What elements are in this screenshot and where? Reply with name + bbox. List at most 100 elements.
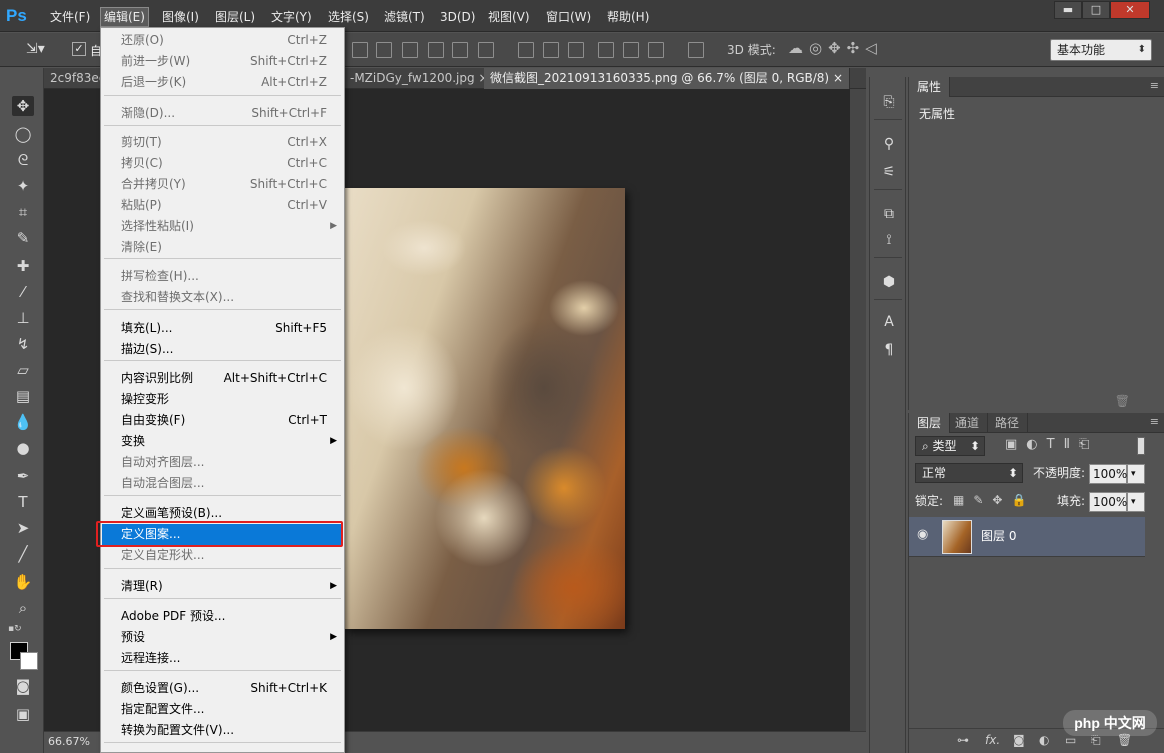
layer-filter-icons[interactable]: ▣◐TⅡ⎗ [1005, 437, 1098, 452]
type-tool-icon[interactable]: T [12, 492, 34, 512]
layer-filter-select[interactable]: ⌕ 类型 ⬍ [915, 436, 985, 456]
quick-mask-icon[interactable]: ◙ [12, 676, 34, 696]
menu-help[interactable]: 帮助(H) [604, 7, 652, 27]
3d-panel-icon[interactable]: ⬢ [878, 271, 900, 293]
default-colors-icon[interactable]: ▪↻ [8, 624, 22, 634]
edit-menu-item[interactable]: 变换 ▶ [102, 431, 343, 452]
edit-menu-item[interactable]: 指定配置文件... [102, 699, 343, 720]
align-top-icon[interactable] [352, 42, 368, 58]
tab-channels[interactable]: 通道 [947, 413, 989, 433]
edit-menu-item[interactable]: 清除(E) [102, 237, 343, 258]
edit-menu-item[interactable]: 渐隐(D)... Shift+Ctrl+F [102, 103, 343, 124]
align-hcenter-icon[interactable] [452, 42, 468, 58]
close-button[interactable]: ✕ [1110, 1, 1150, 19]
magic-wand-tool-icon[interactable]: ✦ [12, 176, 34, 196]
tab-properties[interactable]: 属性 [909, 77, 951, 97]
edit-menu-item[interactable]: 后退一步(K) Alt+Ctrl+Z [102, 72, 343, 93]
edit-menu-item[interactable]: 拷贝(C) Ctrl+C [102, 153, 343, 174]
align-right-icon[interactable] [478, 42, 494, 58]
eraser-tool-icon[interactable]: ▱ [12, 360, 34, 380]
adjustment-layer-icon[interactable]: ◐ [1039, 733, 1049, 747]
3d-mode-icons[interactable]: ☁◎✥✣◁ [788, 39, 883, 57]
menu-select[interactable]: 选择(S) [325, 7, 372, 27]
distribute-right-icon[interactable] [648, 42, 664, 58]
tab-doc-active[interactable]: 微信截图_20210913160335.png @ 66.7% (图层 0, R… [484, 68, 850, 89]
menu-view[interactable]: 视图(V) [485, 7, 533, 27]
trash-icon[interactable]: 🗑 [1115, 394, 1130, 408]
maximize-button[interactable]: □ [1082, 1, 1110, 19]
edit-menu-item[interactable]: 剪切(T) Ctrl+X [102, 132, 343, 153]
menu-type[interactable]: 文字(Y) [268, 7, 315, 27]
gradient-tool-icon[interactable]: ▤ [12, 386, 34, 406]
brush-panel-icon[interactable]: ⚲ [878, 133, 900, 155]
crop-tool-icon[interactable]: ⌗ [12, 202, 34, 222]
clone-source-icon[interactable]: ⧉ [878, 203, 900, 225]
dodge-tool-icon[interactable]: ● [12, 438, 34, 458]
menu-filter[interactable]: 滤镜(T) [381, 7, 428, 27]
history-panel-icon[interactable]: ⎘ [878, 91, 900, 113]
path-selection-tool-icon[interactable]: ➤ [12, 518, 34, 538]
edit-menu-item[interactable]: 转换为配置文件(V)... [102, 720, 343, 741]
minimize-button[interactable]: ▬ [1054, 1, 1082, 19]
character-panel-icon[interactable]: A [878, 311, 900, 333]
line-tool-icon[interactable]: ╱ [12, 544, 34, 564]
distribute-left-icon[interactable] [598, 42, 614, 58]
edit-menu-item[interactable]: 预设 ▶ [102, 627, 343, 648]
edit-menu-item[interactable]: 合并拷贝(Y) Shift+Ctrl+C [102, 174, 343, 195]
menu-layer[interactable]: 图层(L) [212, 7, 258, 27]
edit-menu-item[interactable]: 定义自定形状... [102, 545, 343, 566]
edit-menu-item[interactable]: 还原(O) Ctrl+Z [102, 30, 343, 51]
tab-doc-1[interactable]: 2c9f83ee [44, 68, 102, 89]
edit-menu-item[interactable]: Adobe PDF 预设... [102, 606, 343, 627]
align-vcenter-icon[interactable] [376, 42, 392, 58]
lock-icons[interactable]: ▦✎✥🔒 [953, 493, 1035, 507]
paragraph-panel-icon[interactable]: ¶ [878, 339, 900, 361]
auto-align-icon[interactable] [688, 42, 704, 58]
menu-edit[interactable]: 编辑(E) [100, 7, 149, 27]
edit-menu-item[interactable]: 自动对齐图层... [102, 452, 343, 473]
tab-paths[interactable]: 路径 [987, 413, 1029, 433]
fx-icon[interactable]: fx. [985, 733, 1000, 747]
edit-menu-item[interactable]: 操控变形 [102, 389, 343, 410]
pen-tool-icon[interactable]: ✒ [12, 466, 34, 486]
align-bottom-icon[interactable] [402, 42, 418, 58]
healing-brush-tool-icon[interactable]: ✚ [12, 256, 34, 276]
edit-menu-item[interactable]: 填充(L)... Shift+F5 [102, 318, 343, 339]
menu-image[interactable]: 图像(I) [159, 7, 202, 27]
edit-menu-item[interactable]: 内容识别比例 Alt+Shift+Ctrl+C [102, 368, 343, 389]
edit-menu-item[interactable]: 自由变换(F) Ctrl+T [102, 410, 343, 431]
eyedropper-tool-icon[interactable]: ✎ [12, 228, 34, 248]
panel-menu-icon[interactable]: ≡ [1150, 415, 1159, 428]
edit-menu-item[interactable]: 查找和替换文本(X)... [102, 287, 343, 308]
brush-presets-icon[interactable]: ⚟ [878, 161, 900, 183]
blur-tool-icon[interactable]: 💧 [12, 412, 34, 432]
menu-file[interactable]: 文件(F) [47, 7, 93, 27]
tab-layers[interactable]: 图层 [909, 413, 951, 433]
edit-menu-item[interactable]: 自动混合图层... [102, 473, 343, 494]
edit-menu-item[interactable]: 描边(S)... [102, 339, 343, 360]
background-color-swatch[interactable] [20, 652, 38, 670]
fill-dropdown-icon[interactable]: ▾ [1127, 492, 1145, 512]
edit-menu-item[interactable]: 前进一步(W) Shift+Ctrl+Z [102, 51, 343, 72]
auto-select-checkbox-icon[interactable]: ✓ [72, 42, 86, 56]
rusty-texture-image[interactable] [344, 188, 625, 629]
menu-3d[interactable]: 3D(D) [437, 7, 478, 27]
fill-input[interactable]: 100% [1089, 492, 1127, 512]
screen-mode-icon[interactable]: ▣ [12, 704, 34, 724]
hand-tool-icon[interactable]: ✋ [12, 572, 34, 592]
panel-menu-icon[interactable]: ≡ [1150, 79, 1159, 92]
zoom-tool-icon[interactable]: ⌕ [12, 598, 34, 618]
opacity-dropdown-icon[interactable]: ▾ [1127, 464, 1145, 484]
clone-stamp-tool-icon[interactable]: ⊥ [12, 308, 34, 328]
layer-row[interactable]: ◉ 图层 0 [909, 517, 1145, 557]
edit-menu-item[interactable]: 选择性粘贴(I) ▶ [102, 216, 343, 237]
eye-visibility-icon[interactable]: ◉ [917, 527, 928, 542]
link-layers-icon[interactable]: ⊶ [957, 733, 969, 747]
distribute-top-icon[interactable] [518, 42, 534, 58]
add-mask-icon[interactable]: ◙ [1013, 733, 1025, 747]
move-tool-icon[interactable]: ✥ [12, 96, 34, 116]
lasso-tool-icon[interactable]: ᘓ [12, 150, 34, 170]
opacity-input[interactable]: 100% [1089, 464, 1127, 484]
edit-menu-item[interactable]: 颜色设置(G)... Shift+Ctrl+K [102, 678, 343, 699]
vertical-scrollbar[interactable] [850, 89, 866, 731]
